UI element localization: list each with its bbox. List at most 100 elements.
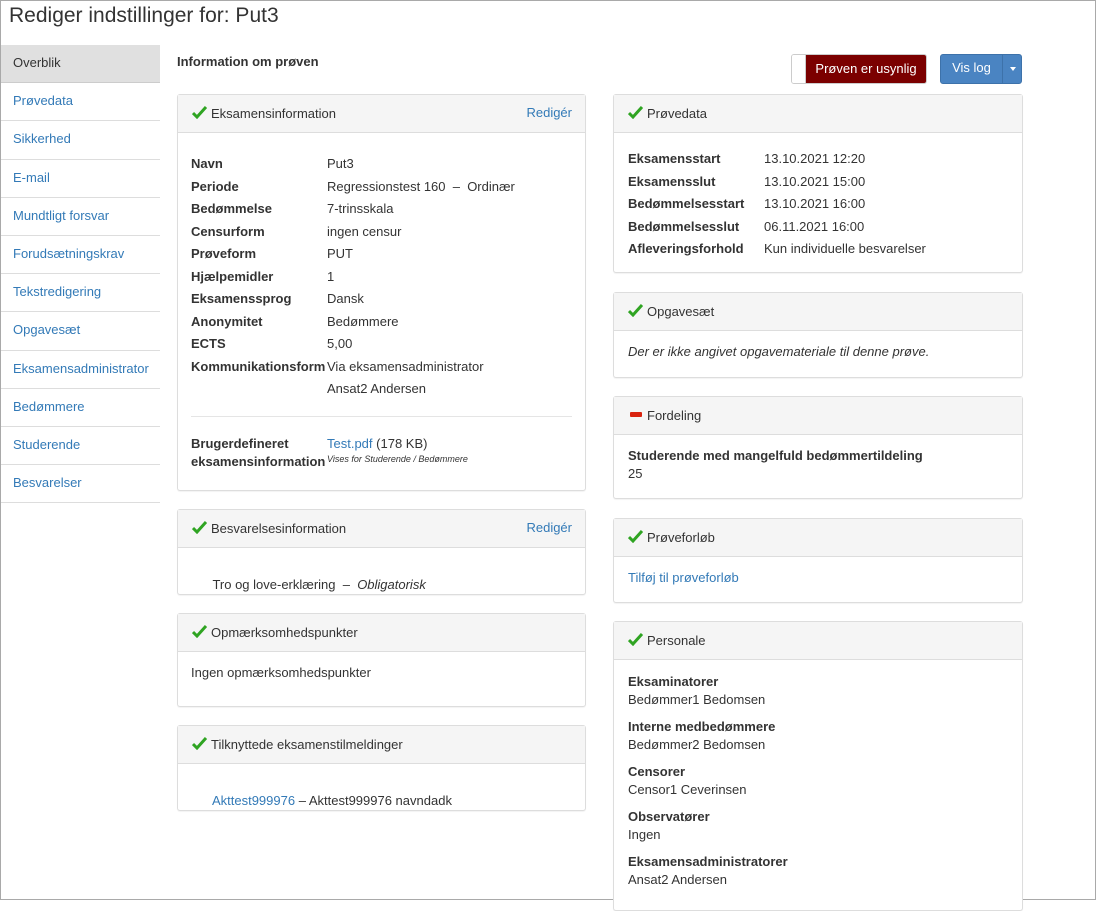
course-title: Prøveforløb (647, 530, 715, 545)
field-value: 13.10.2021 12:20 (764, 151, 866, 166)
attachment-link[interactable]: Test.pdf (327, 436, 373, 451)
sidebar-item-mundtligt-forsvar[interactable]: Mundtligt forsvar (1, 198, 160, 236)
staff-role-label: Eksaminatorer (628, 674, 719, 689)
field-label: Eksamensstart (628, 151, 721, 166)
check-icon (192, 737, 207, 750)
staff-role-value: Ingen (628, 827, 661, 842)
field-value: 5,00 (327, 336, 353, 351)
staff-role-value: Censor1 Ceverinsen (628, 782, 747, 797)
caret-down-icon (1010, 67, 1016, 71)
sidebar-item-eksamensadministrator[interactable]: Eksamensadministrator (1, 351, 160, 389)
check-icon (628, 633, 643, 646)
exam-info-panel: Eksamensinformation Redigér Navn Put3 Pe… (177, 94, 586, 491)
staff-role-value: Ansat2 Andersen (628, 872, 728, 887)
declaration-required: Obligatorisk (357, 577, 426, 592)
registrations-panel: Tilknyttede eksamenstilmeldinger Akttest… (177, 725, 586, 811)
distribution-title: Fordeling (647, 408, 702, 423)
distribution-panel: Fordeling Studerende med mangelfuld bedø… (613, 396, 1023, 499)
field-label: Hjælpemidler (191, 268, 274, 284)
staff-role-label: Censorer (628, 764, 686, 779)
assignments-panel: Opgavesæt Der er ikke angivet opgavemate… (613, 292, 1023, 378)
submission-info-panel: Besvarelsesinformation Redigér Tro og lo… (177, 509, 586, 595)
submission-info-header: Besvarelsesinformation Redigér (178, 510, 585, 548)
log-dropdown-toggle[interactable] (1002, 55, 1022, 83)
field-label: Prøveform (191, 246, 257, 261)
field-label: Bedømmelse (191, 201, 272, 216)
exam-info-title: Eksamensinformation (211, 106, 336, 121)
staff-role-value: Bedømmer2 Bedomsen (628, 737, 766, 752)
staff-title: Personale (647, 633, 706, 648)
field-value: Regressionstest 160 – Ordinær (327, 178, 515, 194)
check-icon (192, 106, 207, 119)
field-value: Dansk (327, 291, 364, 306)
submission-info-edit-link[interactable]: Redigér (526, 509, 572, 546)
field-value: Bedømmere (327, 313, 399, 329)
section-heading: Information om prøven (177, 54, 319, 69)
distribution-label: Studerende med mangelfuld bedømmertildel… (628, 448, 923, 463)
sidebar-item-tekstredigering[interactable]: Tekstredigering (1, 274, 160, 313)
sidebar-item-email[interactable]: E-mail (1, 160, 160, 198)
visibility-toggle-button[interactable]: Prøven er usynlig (791, 54, 927, 84)
field-value: Put3 (327, 156, 354, 171)
show-log-button[interactable]: Vis log (940, 54, 1022, 84)
minus-icon (630, 412, 642, 417)
attention-title: Opmærksomhedspunkter (211, 625, 358, 640)
staff-role-label: Interne medbedømmere (628, 719, 776, 734)
field-label: Periode (191, 178, 239, 194)
field-label: Eksamensslut (628, 173, 716, 189)
add-course-link[interactable]: Tilføj til prøveforløb (628, 570, 739, 585)
registration-text: – Akttest999976 navndadk (295, 793, 452, 808)
sidebar-item-provedata[interactable]: Prøvedata (1, 83, 160, 122)
sidebar-item-forudsaetningskrav[interactable]: Forudsætningskrav (1, 236, 160, 275)
field-value: 13.10.2021 15:00 (764, 173, 866, 189)
field-label: Navn (191, 156, 223, 171)
registration-link[interactable]: Akttest999976 (212, 793, 295, 808)
sidebar-item-studerende[interactable]: Studerende (1, 427, 160, 466)
staff-role-label: Observatører (628, 809, 710, 824)
field-value: PUT (327, 246, 353, 261)
exam-data-title: Prøvedata (647, 106, 707, 121)
attention-header: Opmærksomhedspunkter (178, 614, 585, 652)
exam-data-panel: Prøvedata Eksamensstart 13.10.2021 12:20… (613, 94, 1023, 273)
field-value: 13.10.2021 16:00 (764, 196, 866, 211)
field-label: Afleveringsforhold (628, 241, 744, 256)
exam-info-header: Eksamensinformation Redigér (178, 95, 585, 133)
assignments-text: Der er ikke angivet opgavemateriale til … (628, 344, 930, 359)
check-icon (628, 304, 643, 317)
field-value: ingen censur (327, 223, 402, 239)
field-label: Kommunikationsform (191, 358, 326, 374)
distribution-header: Fordeling (614, 397, 1022, 435)
sidebar-item-bedommere[interactable]: Bedømmere (1, 389, 160, 427)
field-label: Bedømmelsesslut (628, 218, 740, 234)
course-header: Prøveforløb (614, 519, 1022, 557)
submission-info-title: Besvarelsesinformation (211, 521, 347, 536)
field-label: Anonymitet (191, 313, 263, 329)
field-value: 1 (327, 268, 335, 284)
visibility-toggle-label: Prøven er usynlig (806, 55, 926, 83)
sidebar-item-overblik[interactable]: Overblik (1, 45, 160, 84)
field-value-extra: Ansat2 Andersen (327, 381, 427, 396)
staff-role-value: Bedømmer1 Bedomsen (628, 692, 766, 707)
field-label: Eksamenssprog (191, 291, 292, 306)
staff-header: Personale (614, 622, 1022, 660)
course-panel: Prøveforløb Tilføj til prøveforløb (613, 518, 1023, 603)
assignments-header: Opgavesæt (614, 293, 1022, 331)
toggle-knob (792, 55, 806, 83)
page-title: Rediger indstillinger for: Put3 (9, 4, 279, 27)
attachment-visibility: Vises for Studerende / Bedømmere (327, 454, 468, 464)
check-icon (628, 530, 643, 543)
check-icon (628, 106, 643, 119)
distribution-value: 25 (628, 466, 643, 481)
custom-info-label: eksamensinformation (191, 454, 326, 469)
check-icon (192, 625, 207, 638)
attachment-size: (178 KB) (376, 436, 428, 451)
check-icon (192, 521, 207, 534)
divider (191, 416, 572, 417)
sidebar-item-opgavesaet[interactable]: Opgavesæt (1, 312, 160, 351)
field-value: Kun individuelle besvarelser (764, 241, 926, 256)
staff-role-label: Eksamensadministratorer (628, 854, 788, 869)
sidebar-nav: Overblik Prøvedata Sikkerhed E-mail Mund… (1, 45, 160, 504)
sidebar-item-besvarelser[interactable]: Besvarelser (1, 465, 160, 504)
sidebar-item-sikkerhed[interactable]: Sikkerhed (1, 121, 160, 160)
exam-info-edit-link[interactable]: Redigér (526, 94, 572, 131)
